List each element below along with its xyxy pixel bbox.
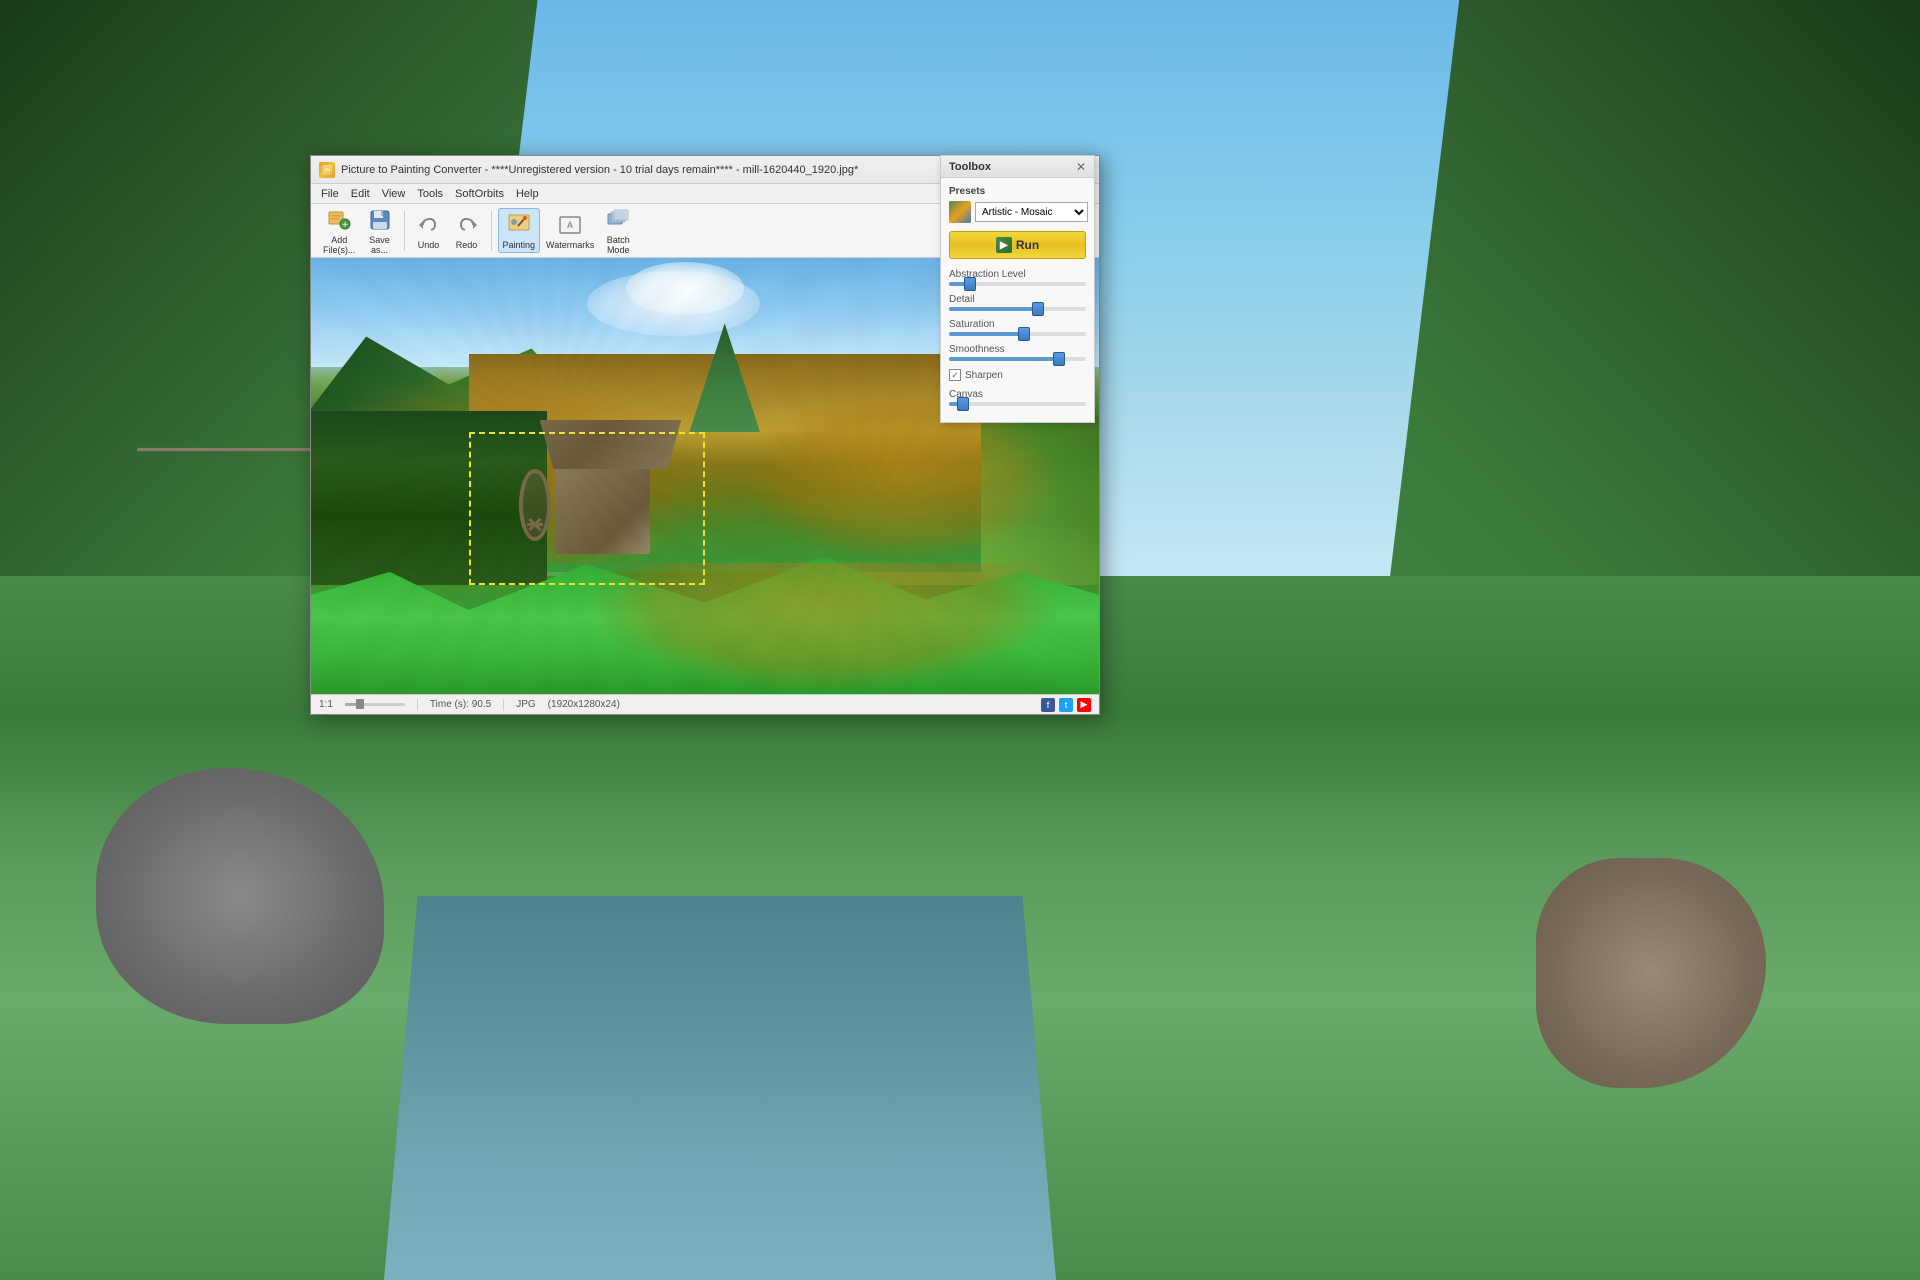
fg-amber-patch bbox=[587, 563, 1060, 694]
preset-row: Artistic - Mosaic Artistic - Oil Paint A… bbox=[949, 201, 1086, 223]
canvas-slider-row: Canvas bbox=[949, 389, 1086, 406]
menu-softorbits[interactable]: SoftOrbits bbox=[449, 186, 510, 202]
smoothness-thumb[interactable] bbox=[1053, 352, 1065, 366]
toolbox-panel: Toolbox ✕ Presets Artistic - Mosaic Arti… bbox=[940, 155, 1095, 423]
smoothness-slider-row: Smoothness bbox=[949, 344, 1086, 361]
smoothness-label: Smoothness bbox=[949, 344, 1086, 355]
menu-edit[interactable]: Edit bbox=[345, 186, 376, 202]
window-title: Picture to Painting Converter - ****Unre… bbox=[341, 164, 1021, 176]
svg-text:+: + bbox=[342, 220, 348, 231]
time-display: Time (s): 90.5 bbox=[430, 699, 491, 710]
toolbar-add-files[interactable]: + AddFile(s)... bbox=[319, 204, 360, 258]
redo-icon bbox=[453, 211, 481, 239]
toolbar-sep-2 bbox=[491, 211, 492, 251]
preset-thumbnail bbox=[949, 201, 971, 223]
status-div-1 bbox=[417, 699, 418, 711]
sharpen-checkbox[interactable]: ✓ bbox=[949, 369, 961, 381]
app-icon: 🖼 bbox=[319, 162, 335, 178]
save-icon bbox=[366, 206, 394, 234]
toolbar-undo[interactable]: Undo bbox=[411, 209, 447, 253]
detail-track[interactable] bbox=[949, 307, 1086, 311]
add-files-label: AddFile(s)... bbox=[323, 236, 356, 256]
toolbox-header: Toolbox ✕ bbox=[941, 156, 1094, 178]
painting-label: Painting bbox=[503, 241, 536, 251]
save-as-label: Saveas... bbox=[369, 236, 390, 256]
run-icon: ▶ bbox=[996, 237, 1012, 253]
saturation-slider-row: Saturation bbox=[949, 319, 1086, 336]
saturation-track[interactable] bbox=[949, 332, 1086, 336]
zoom-track bbox=[345, 703, 405, 706]
sharpen-row: ✓ Sharpen bbox=[949, 369, 1086, 381]
svg-text:A: A bbox=[567, 220, 574, 230]
bg-stream bbox=[384, 896, 1056, 1280]
watermarks-icon: A A bbox=[556, 211, 584, 239]
undo-label: Undo bbox=[418, 241, 440, 251]
canvas-label: Canvas bbox=[949, 389, 1086, 400]
zoom-thumb[interactable] bbox=[356, 699, 364, 709]
undo-icon bbox=[415, 211, 443, 239]
mill-container bbox=[532, 424, 690, 555]
mill-body bbox=[555, 463, 650, 555]
toolbox-body: Presets Artistic - Mosaic Artistic - Oil… bbox=[941, 178, 1094, 422]
zoom-level: 1:1 bbox=[319, 699, 333, 710]
toolbar-painting[interactable]: Painting bbox=[498, 208, 541, 254]
toolbar-batch-mode[interactable]: BatchMode bbox=[600, 204, 636, 258]
menu-view[interactable]: View bbox=[376, 186, 412, 202]
dimensions-display: (1920x1280x24) bbox=[548, 699, 620, 710]
toolbar-redo[interactable]: Redo bbox=[449, 209, 485, 253]
run-label: Run bbox=[1016, 238, 1039, 252]
status-share-icons: f t ▶ bbox=[1041, 698, 1091, 712]
zoom-slider-area[interactable] bbox=[345, 703, 405, 706]
detail-fill bbox=[949, 307, 1038, 311]
toolbox-title: Toolbox bbox=[949, 161, 991, 173]
smoothness-track[interactable] bbox=[949, 357, 1086, 361]
presets-label: Presets bbox=[949, 186, 1086, 197]
format-display: JPG bbox=[516, 699, 535, 710]
facebook-icon[interactable]: f bbox=[1041, 698, 1055, 712]
dark-left bbox=[311, 411, 547, 585]
toolbar-watermarks[interactable]: A A Watermarks bbox=[542, 209, 598, 253]
menu-help[interactable]: Help bbox=[510, 186, 545, 202]
saturation-thumb[interactable] bbox=[1018, 327, 1030, 341]
detail-thumb[interactable] bbox=[1032, 302, 1044, 316]
batch-mode-icon bbox=[604, 206, 632, 234]
canvas-track[interactable] bbox=[949, 402, 1086, 406]
saturation-fill bbox=[949, 332, 1024, 336]
batch-mode-label: BatchMode bbox=[607, 236, 630, 256]
wheel-spoke-3 bbox=[527, 523, 543, 526]
mill-wheel bbox=[519, 469, 551, 541]
painting-icon bbox=[505, 211, 533, 239]
menu-file[interactable]: File bbox=[315, 186, 345, 202]
add-files-icon: + bbox=[325, 206, 353, 234]
status-div-2 bbox=[503, 699, 504, 711]
canvas-thumb[interactable] bbox=[957, 397, 969, 411]
detail-slider-row: Detail bbox=[949, 294, 1086, 311]
redo-label: Redo bbox=[456, 241, 478, 251]
cloud-2 bbox=[626, 262, 744, 314]
detail-label: Detail bbox=[949, 294, 1086, 305]
menu-tools[interactable]: Tools bbox=[411, 186, 449, 202]
status-bar: 1:1 Time (s): 90.5 JPG (1920x1280x24) f … bbox=[311, 694, 1099, 714]
smoothness-fill bbox=[949, 357, 1059, 361]
youtube-icon[interactable]: ▶ bbox=[1077, 698, 1091, 712]
twitter-icon[interactable]: t bbox=[1059, 698, 1073, 712]
abstraction-slider-row: Abstraction Level bbox=[949, 269, 1086, 286]
toolbar-sep-1 bbox=[404, 211, 405, 251]
toolbar-save-as[interactable]: Saveas... bbox=[362, 204, 398, 258]
toolbox-close-button[interactable]: ✕ bbox=[1076, 160, 1086, 174]
abstraction-track[interactable] bbox=[949, 282, 1086, 286]
mill-roof bbox=[540, 420, 682, 470]
run-button[interactable]: ▶ Run bbox=[949, 231, 1086, 259]
sharpen-label: Sharpen bbox=[965, 370, 1003, 381]
watermarks-label: Watermarks bbox=[546, 241, 594, 251]
abstraction-thumb[interactable] bbox=[964, 277, 976, 291]
preset-dropdown[interactable]: Artistic - Mosaic Artistic - Oil Paint A… bbox=[975, 202, 1088, 222]
